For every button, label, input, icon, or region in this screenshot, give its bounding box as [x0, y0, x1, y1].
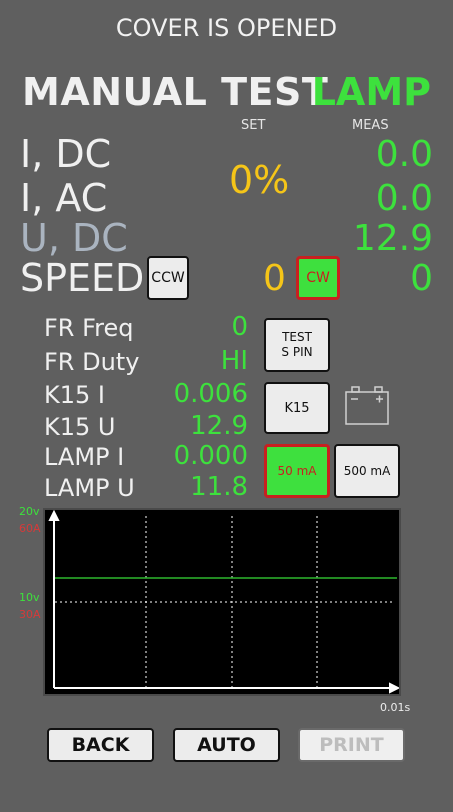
i-ac-label: I, AC — [20, 176, 108, 220]
fr-freq-label: FR Freq — [44, 314, 134, 342]
500ma-button[interactable]: 500 mA — [334, 444, 400, 498]
graph-y-top-amp: 60A — [19, 522, 41, 535]
status-message: COVER IS OPENED — [115, 14, 338, 42]
set-percent[interactable]: 0% — [229, 158, 289, 202]
50ma-button[interactable]: 50 mA — [264, 444, 330, 498]
i-dc-meas: 0.0 — [375, 134, 433, 175]
lamp-u-value: 11.8 — [190, 472, 248, 502]
signal-graph — [43, 508, 401, 696]
graph-grid — [55, 516, 395, 688]
k15-i-value: 0.006 — [173, 379, 248, 409]
battery-icon — [343, 382, 391, 428]
test-s-pin-line2: S PIN — [281, 345, 313, 359]
mode-label: LAMP — [311, 70, 431, 114]
lamp-i-value: 0.000 — [173, 441, 248, 471]
meas-column-header: MEAS — [352, 118, 389, 133]
speed-set: 0 — [263, 258, 286, 299]
auto-button[interactable]: AUTO — [173, 728, 280, 762]
fr-duty-value: HI — [220, 346, 248, 376]
fr-freq-value: 0 — [231, 312, 248, 342]
test-s-pin-button[interactable]: TEST S PIN — [264, 318, 330, 372]
u-dc-meas: 12.9 — [352, 218, 433, 259]
graph-y-mid-volt: 10v — [19, 591, 40, 604]
graph-y-mid-amp: 30A — [19, 608, 41, 621]
k15-u-label: K15 U — [44, 413, 116, 441]
speed-label: SPEED — [20, 256, 145, 300]
lamp-u-label: LAMP U — [44, 474, 135, 502]
graph-x-label: 0.01s — [380, 701, 411, 714]
graph-y-top-volt: 20v — [19, 505, 40, 518]
back-button[interactable]: BACK — [47, 728, 154, 762]
cw-button[interactable]: CW — [296, 256, 340, 300]
ccw-button[interactable]: CCW — [147, 256, 189, 300]
i-dc-label: I, DC — [20, 132, 112, 176]
k15-u-value: 12.9 — [190, 411, 248, 441]
lamp-i-label: LAMP I — [44, 443, 125, 471]
set-column-header: SET — [241, 118, 266, 133]
test-s-pin-line1: TEST — [282, 330, 312, 344]
u-dc-label: U, DC — [20, 216, 128, 260]
k15-button[interactable]: K15 — [264, 382, 330, 434]
i-ac-meas: 0.0 — [375, 178, 433, 219]
k15-i-label: K15 I — [44, 381, 105, 409]
page-title: MANUAL TEST — [22, 70, 329, 114]
fr-duty-label: FR Duty — [44, 348, 140, 376]
speed-meas: 0 — [410, 258, 433, 299]
print-button[interactable]: PRINT — [298, 728, 405, 762]
